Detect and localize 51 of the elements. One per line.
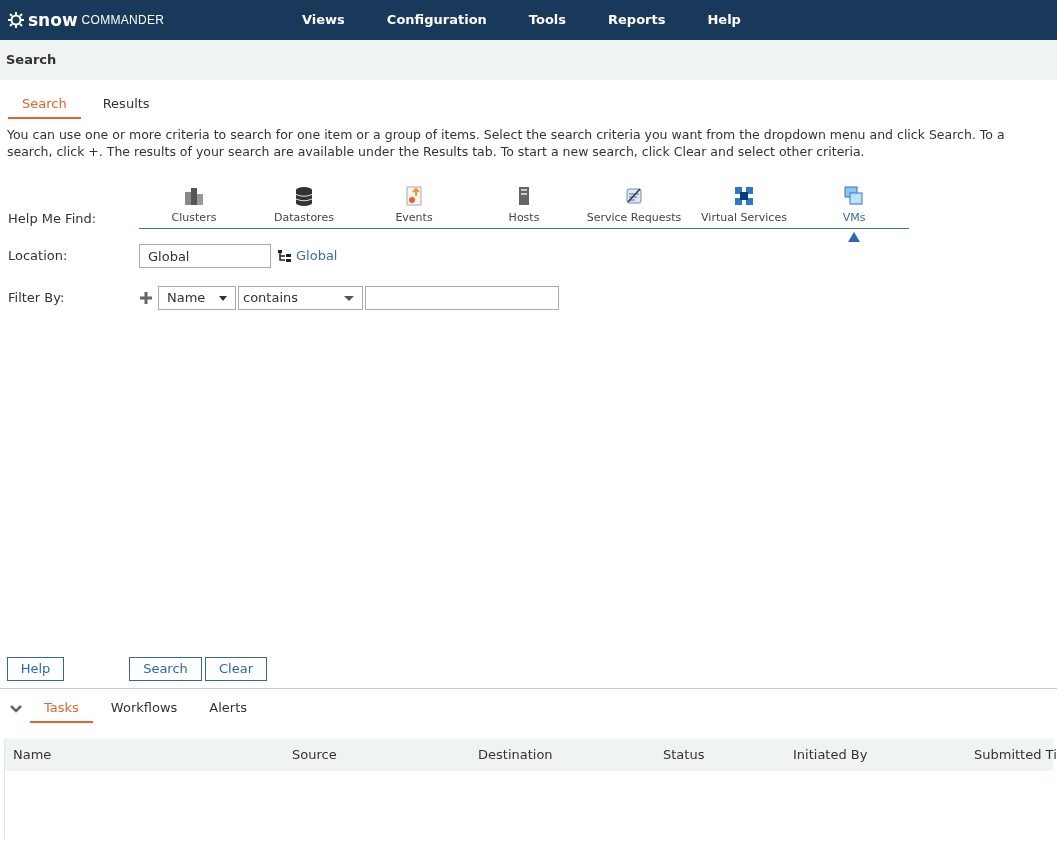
plus-icon[interactable] (139, 291, 153, 305)
grid-icon (734, 185, 754, 206)
chevron-down-icon[interactable] (10, 705, 22, 714)
location-field[interactable]: Global (139, 244, 271, 268)
field-label: Location: (8, 247, 69, 266)
tree-icon[interactable] (277, 249, 292, 263)
logo-icon (8, 12, 24, 28)
category-option[interactable]: Service Requests (579, 185, 689, 228)
category-option[interactable]: VMs (799, 185, 909, 228)
page-title: Search (6, 51, 57, 70)
windows-icon (844, 185, 864, 206)
servers-icon (184, 185, 204, 206)
column-header: Source (291, 745, 338, 764)
menu-item[interactable]: Tools (524, 10, 571, 30)
database-icon (294, 185, 314, 206)
menu-item[interactable]: Reports (604, 10, 670, 30)
tab[interactable]: Results (88, 92, 164, 119)
selection-arrow-icon (848, 232, 860, 242)
form-icon (624, 185, 644, 206)
search-button[interactable]: Search (129, 657, 202, 681)
field-dropdown[interactable]: Name (158, 286, 236, 310)
category-option[interactable]: Events (359, 185, 469, 228)
category-option[interactable]: Hosts (469, 185, 579, 228)
field-label: Help Me Find: (8, 209, 98, 228)
menu-item[interactable]: Configuration (382, 10, 491, 30)
tab[interactable]: Search (8, 92, 81, 119)
category-option[interactable]: Datastores (249, 185, 359, 228)
column-header: Status (662, 745, 706, 764)
column-header: Name (12, 745, 53, 764)
logo-text: snow (28, 11, 78, 29)
filter-value-field[interactable] (365, 286, 559, 310)
tab[interactable]: Alerts (195, 696, 262, 723)
category-option[interactable]: Virtual Services (689, 185, 799, 228)
operator-dropdown[interactable]: contains (238, 286, 363, 310)
menu-item[interactable]: Help (703, 10, 745, 30)
description-text: You can use one or more criteria to search for one item or a group of items. Select the search criteria you want from the dropdown menu and click Search. To a (7, 125, 1006, 143)
help-button[interactable]: Help (7, 657, 64, 681)
clear-button[interactable]: Clear (205, 657, 267, 681)
column-header: Submitted Ti (973, 745, 1057, 764)
tab[interactable]: Workflows (96, 696, 192, 723)
caret-icon (344, 295, 354, 301)
document-icon (404, 185, 424, 206)
category-option[interactable]: Clusters (139, 185, 249, 228)
menu-item[interactable]: Views (298, 10, 349, 30)
location-link[interactable]: Global (296, 246, 338, 266)
caret-icon (219, 295, 227, 301)
description-text: search, click +. The results of your search are available under the Results tab. To start a new search, click Clear and select other criteria. (7, 142, 866, 160)
column-header: Destination (477, 745, 554, 764)
logo-subtext: COMMANDER (81, 12, 165, 29)
field-label: Filter By: (8, 289, 66, 308)
column-header: Initiated By (792, 745, 869, 764)
